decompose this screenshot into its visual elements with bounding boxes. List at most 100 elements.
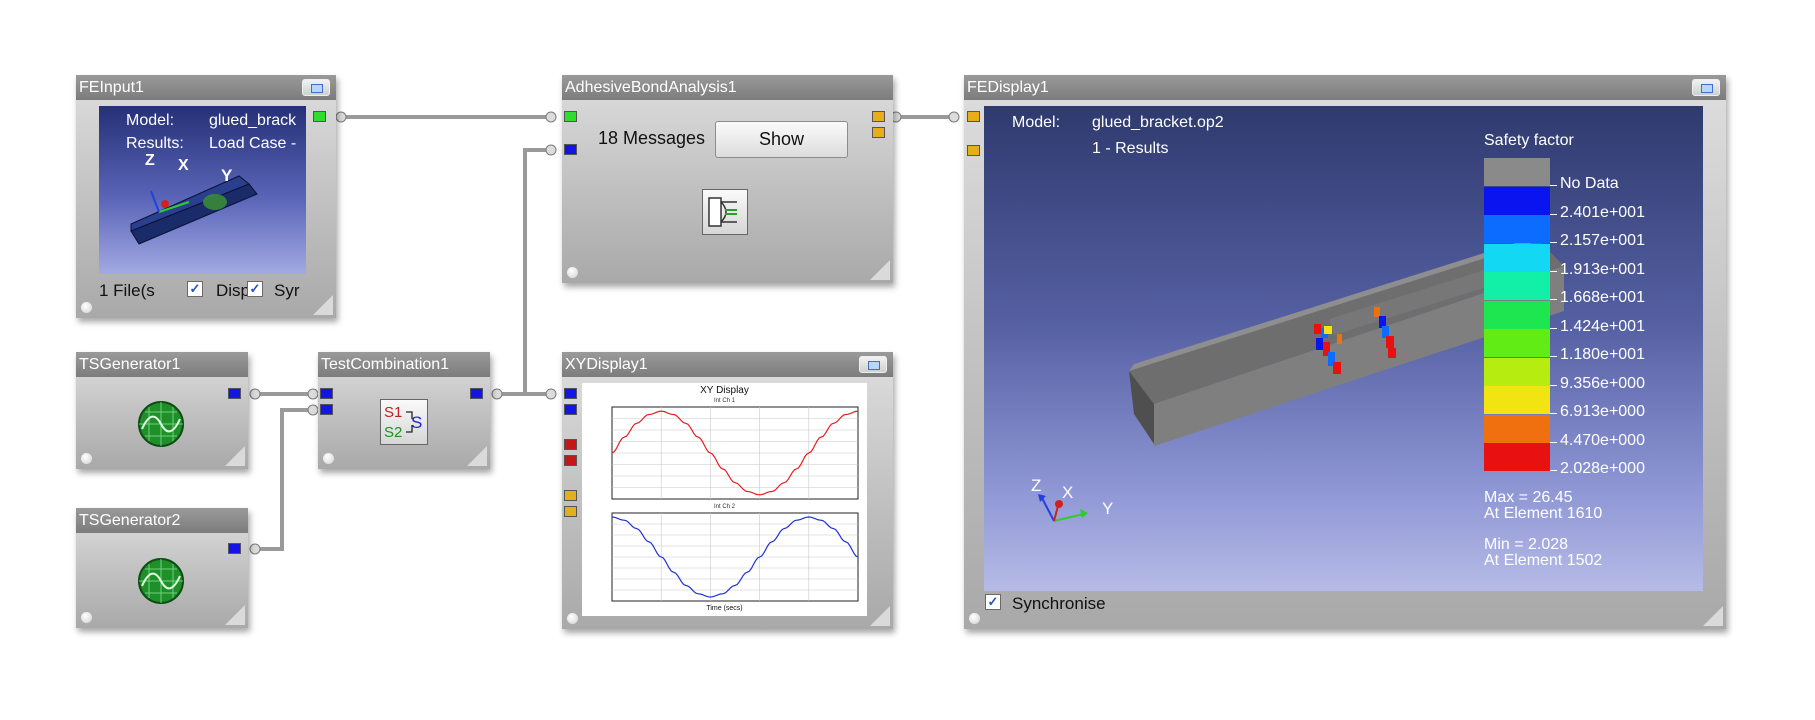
output-port[interactable] — [313, 111, 326, 122]
maximize-button[interactable] — [859, 356, 887, 373]
resize-grip[interactable] — [1703, 606, 1723, 626]
resize-grip[interactable] — [870, 260, 890, 280]
show-messages-button[interactable]: Show — [715, 121, 848, 158]
legend-tick — [1550, 299, 1557, 300]
legend-swatch — [1484, 272, 1550, 300]
output-port[interactable] — [228, 543, 241, 554]
legend-swatch — [1484, 443, 1550, 471]
beam-preview-icon — [130, 175, 258, 245]
legend-label: 1.668e+001 — [1560, 289, 1645, 306]
maximize-button[interactable] — [302, 79, 330, 96]
max-element: At Element 1610 — [1484, 505, 1603, 522]
model-label: Model: — [126, 112, 175, 129]
legend-swatch — [1484, 186, 1550, 215]
legend-swatch — [1484, 243, 1550, 272]
waveform-generator-icon[interactable] — [136, 556, 186, 606]
results-value: Load Case - — [209, 135, 297, 152]
node-title[interactable]: TestCombination1 — [318, 352, 490, 377]
status-led — [567, 613, 578, 624]
combine-icon[interactable]: S1 S2 S — [380, 399, 428, 445]
adhesive-node[interactable]: AdhesiveBondAnalysis1 18 Messages Show — [562, 75, 893, 283]
input-port-1[interactable] — [967, 111, 980, 122]
legend-tick — [1550, 413, 1557, 414]
axis-z-label: Z — [145, 152, 155, 169]
status-led — [81, 453, 92, 464]
display-checkbox-label: Disp — [216, 281, 251, 300]
legend-title: Safety factor — [1484, 132, 1574, 149]
legend-label: 1.913e+001 — [1560, 260, 1645, 278]
xy-plot-area[interactable]: XY Display Int Ch 1 Int Ch 2 Time (secs) — [582, 383, 867, 616]
maximize-icon — [868, 361, 880, 370]
wire-tsgen2-to-testcomb — [253, 408, 314, 551]
feinput-node[interactable]: FEInput1 Model: glued_brack Results: Loa… — [76, 75, 336, 318]
input-port-data[interactable] — [564, 144, 577, 155]
output-port-1[interactable] — [872, 111, 885, 122]
status-led — [567, 267, 578, 278]
maximize-icon — [1701, 84, 1713, 93]
legend-tick — [1550, 470, 1557, 471]
legend-label: 6.913e+000 — [1560, 403, 1645, 420]
input-port-1[interactable] — [564, 388, 577, 399]
legend-label: 9.356e+000 — [1560, 374, 1645, 392]
resize-grip[interactable] — [870, 606, 890, 626]
node-title[interactable]: TSGenerator1 — [76, 352, 248, 377]
input-port-6[interactable] — [564, 506, 577, 517]
legend-swatch — [1484, 215, 1550, 243]
legend-label: 2.401e+001 — [1560, 203, 1645, 221]
maximize-button[interactable] — [1692, 79, 1720, 96]
fedisplay-node[interactable]: FEDisplay1 Model: glued_bracket.op2 1 - … — [964, 75, 1726, 629]
output-port[interactable] — [228, 388, 241, 399]
status-led — [323, 453, 334, 464]
resize-grip[interactable] — [225, 446, 245, 466]
fe-viewport[interactable]: Model: glued_bracket.op2 1 - Results Z X… — [984, 106, 1703, 591]
legend-label: 4.470e+000 — [1560, 431, 1645, 449]
input-port-5[interactable] — [564, 490, 577, 501]
display-checkbox[interactable]: ✓ — [187, 281, 203, 297]
output-port[interactable] — [470, 388, 483, 399]
legend-label: No Data — [1560, 175, 1619, 192]
sync-checkbox[interactable]: ✓ — [247, 281, 263, 297]
synchronise-checkbox[interactable]: ✓ — [985, 594, 1001, 610]
node-title[interactable]: FEDisplay1 — [964, 75, 1726, 100]
legend-tick — [1550, 327, 1557, 329]
tsgenerator2-node[interactable]: TSGenerator2 — [76, 508, 248, 628]
xydisplay-node[interactable]: XYDisplay1 XY Display Int Ch 1 Int Ch 2 … — [562, 352, 893, 629]
legend-label: 1.424e+001 — [1560, 317, 1645, 335]
node-title[interactable]: XYDisplay1 — [562, 352, 893, 377]
input-port-4[interactable] — [564, 455, 577, 466]
axis-y-label: Y — [221, 166, 233, 185]
input-port-3[interactable] — [564, 439, 577, 450]
status-led — [81, 302, 92, 313]
testcombination-node[interactable]: TestCombination1 S1 S2 S — [318, 352, 490, 469]
node-title[interactable]: FEInput1 — [76, 75, 336, 100]
sync-checkbox-label: Syr — [274, 281, 300, 300]
wire-testcomb-to-adhesive — [495, 148, 554, 396]
messages-count: 18 Messages — [598, 128, 706, 148]
files-count: 1 File(s — [99, 281, 155, 300]
legend-swatch — [1484, 300, 1550, 329]
input-port-1[interactable] — [320, 388, 333, 399]
node-title[interactable]: TSGenerator2 — [76, 508, 248, 533]
input-port-2[interactable] — [564, 404, 577, 415]
resize-grip[interactable] — [467, 446, 487, 466]
input-port-model[interactable] — [564, 111, 577, 122]
input-port-2[interactable] — [320, 404, 333, 415]
legend-tick — [1550, 384, 1557, 386]
waveform-generator-icon[interactable] — [136, 399, 186, 449]
axis-z-label: Z — [1031, 476, 1042, 495]
legend-label: 2.157e+001 — [1560, 232, 1645, 249]
output-port-2[interactable] — [872, 127, 885, 138]
status-led — [81, 612, 92, 623]
input-port-2[interactable] — [967, 145, 980, 156]
node-title[interactable]: AdhesiveBondAnalysis1 — [562, 75, 893, 100]
min-element: At Element 1502 — [1484, 552, 1603, 569]
tsgenerator1-node[interactable]: TSGenerator1 — [76, 352, 248, 469]
legend-tick — [1550, 242, 1557, 243]
legend-label: 1.180e+001 — [1560, 346, 1645, 363]
synchronise-label: Synchronise — [1012, 594, 1106, 613]
legend-swatch — [1484, 386, 1550, 414]
resize-grip[interactable] — [313, 295, 333, 315]
legend-swatch — [1484, 414, 1550, 443]
resize-grip[interactable] — [225, 605, 245, 625]
adhesive-bond-icon[interactable] — [702, 189, 748, 235]
